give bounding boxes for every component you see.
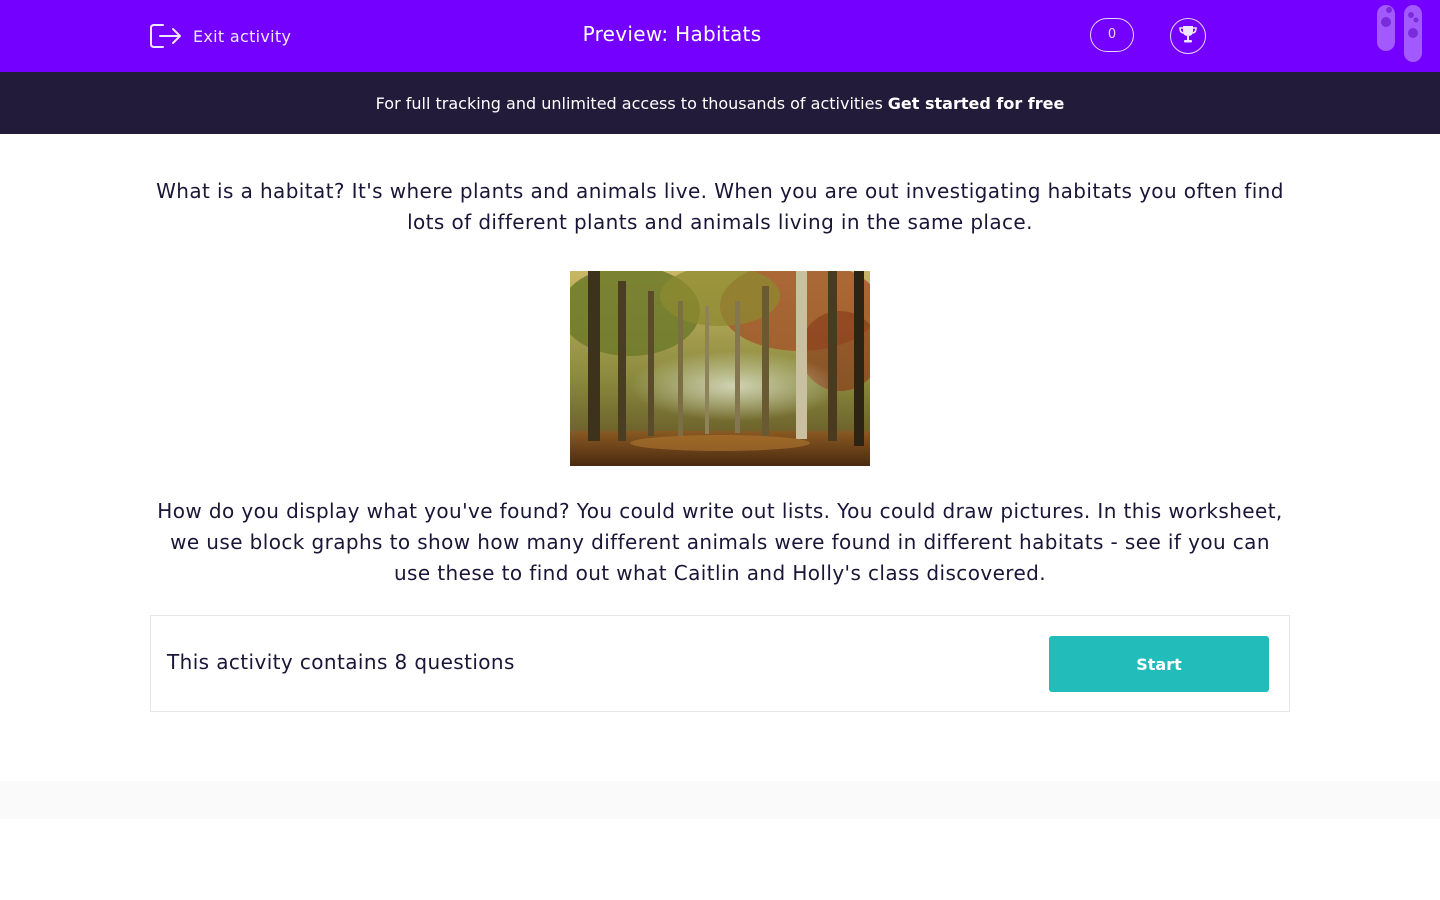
banner-text: For full tracking and unlimited access t… — [375, 93, 883, 113]
intro-text: What is a habitat? It's where plants and… — [156, 179, 1284, 234]
score-counter: 0 — [1090, 18, 1134, 52]
top-bar: Exit activity Preview: Habitats 0 — [0, 0, 1440, 72]
test-tubes-icon — [1376, 5, 1424, 63]
page-title: Preview: Habitats — [582, 22, 762, 46]
trophy-button[interactable] — [1170, 18, 1206, 54]
footer-strip — [0, 781, 1440, 819]
forest-habitat-photo — [560, 261, 880, 466]
activity-card: This activity contains 8 questions Start — [150, 615, 1290, 712]
signup-banner: For full tracking and unlimited access t… — [0, 72, 1440, 134]
start-button[interactable]: Start — [1049, 636, 1269, 692]
trophy-icon — [1177, 23, 1199, 49]
body-text: How do you display what you've found? Yo… — [157, 499, 1283, 585]
get-started-link[interactable]: Get started for free — [888, 94, 1065, 113]
question-count-text: This activity contains 8 questions — [167, 650, 515, 674]
